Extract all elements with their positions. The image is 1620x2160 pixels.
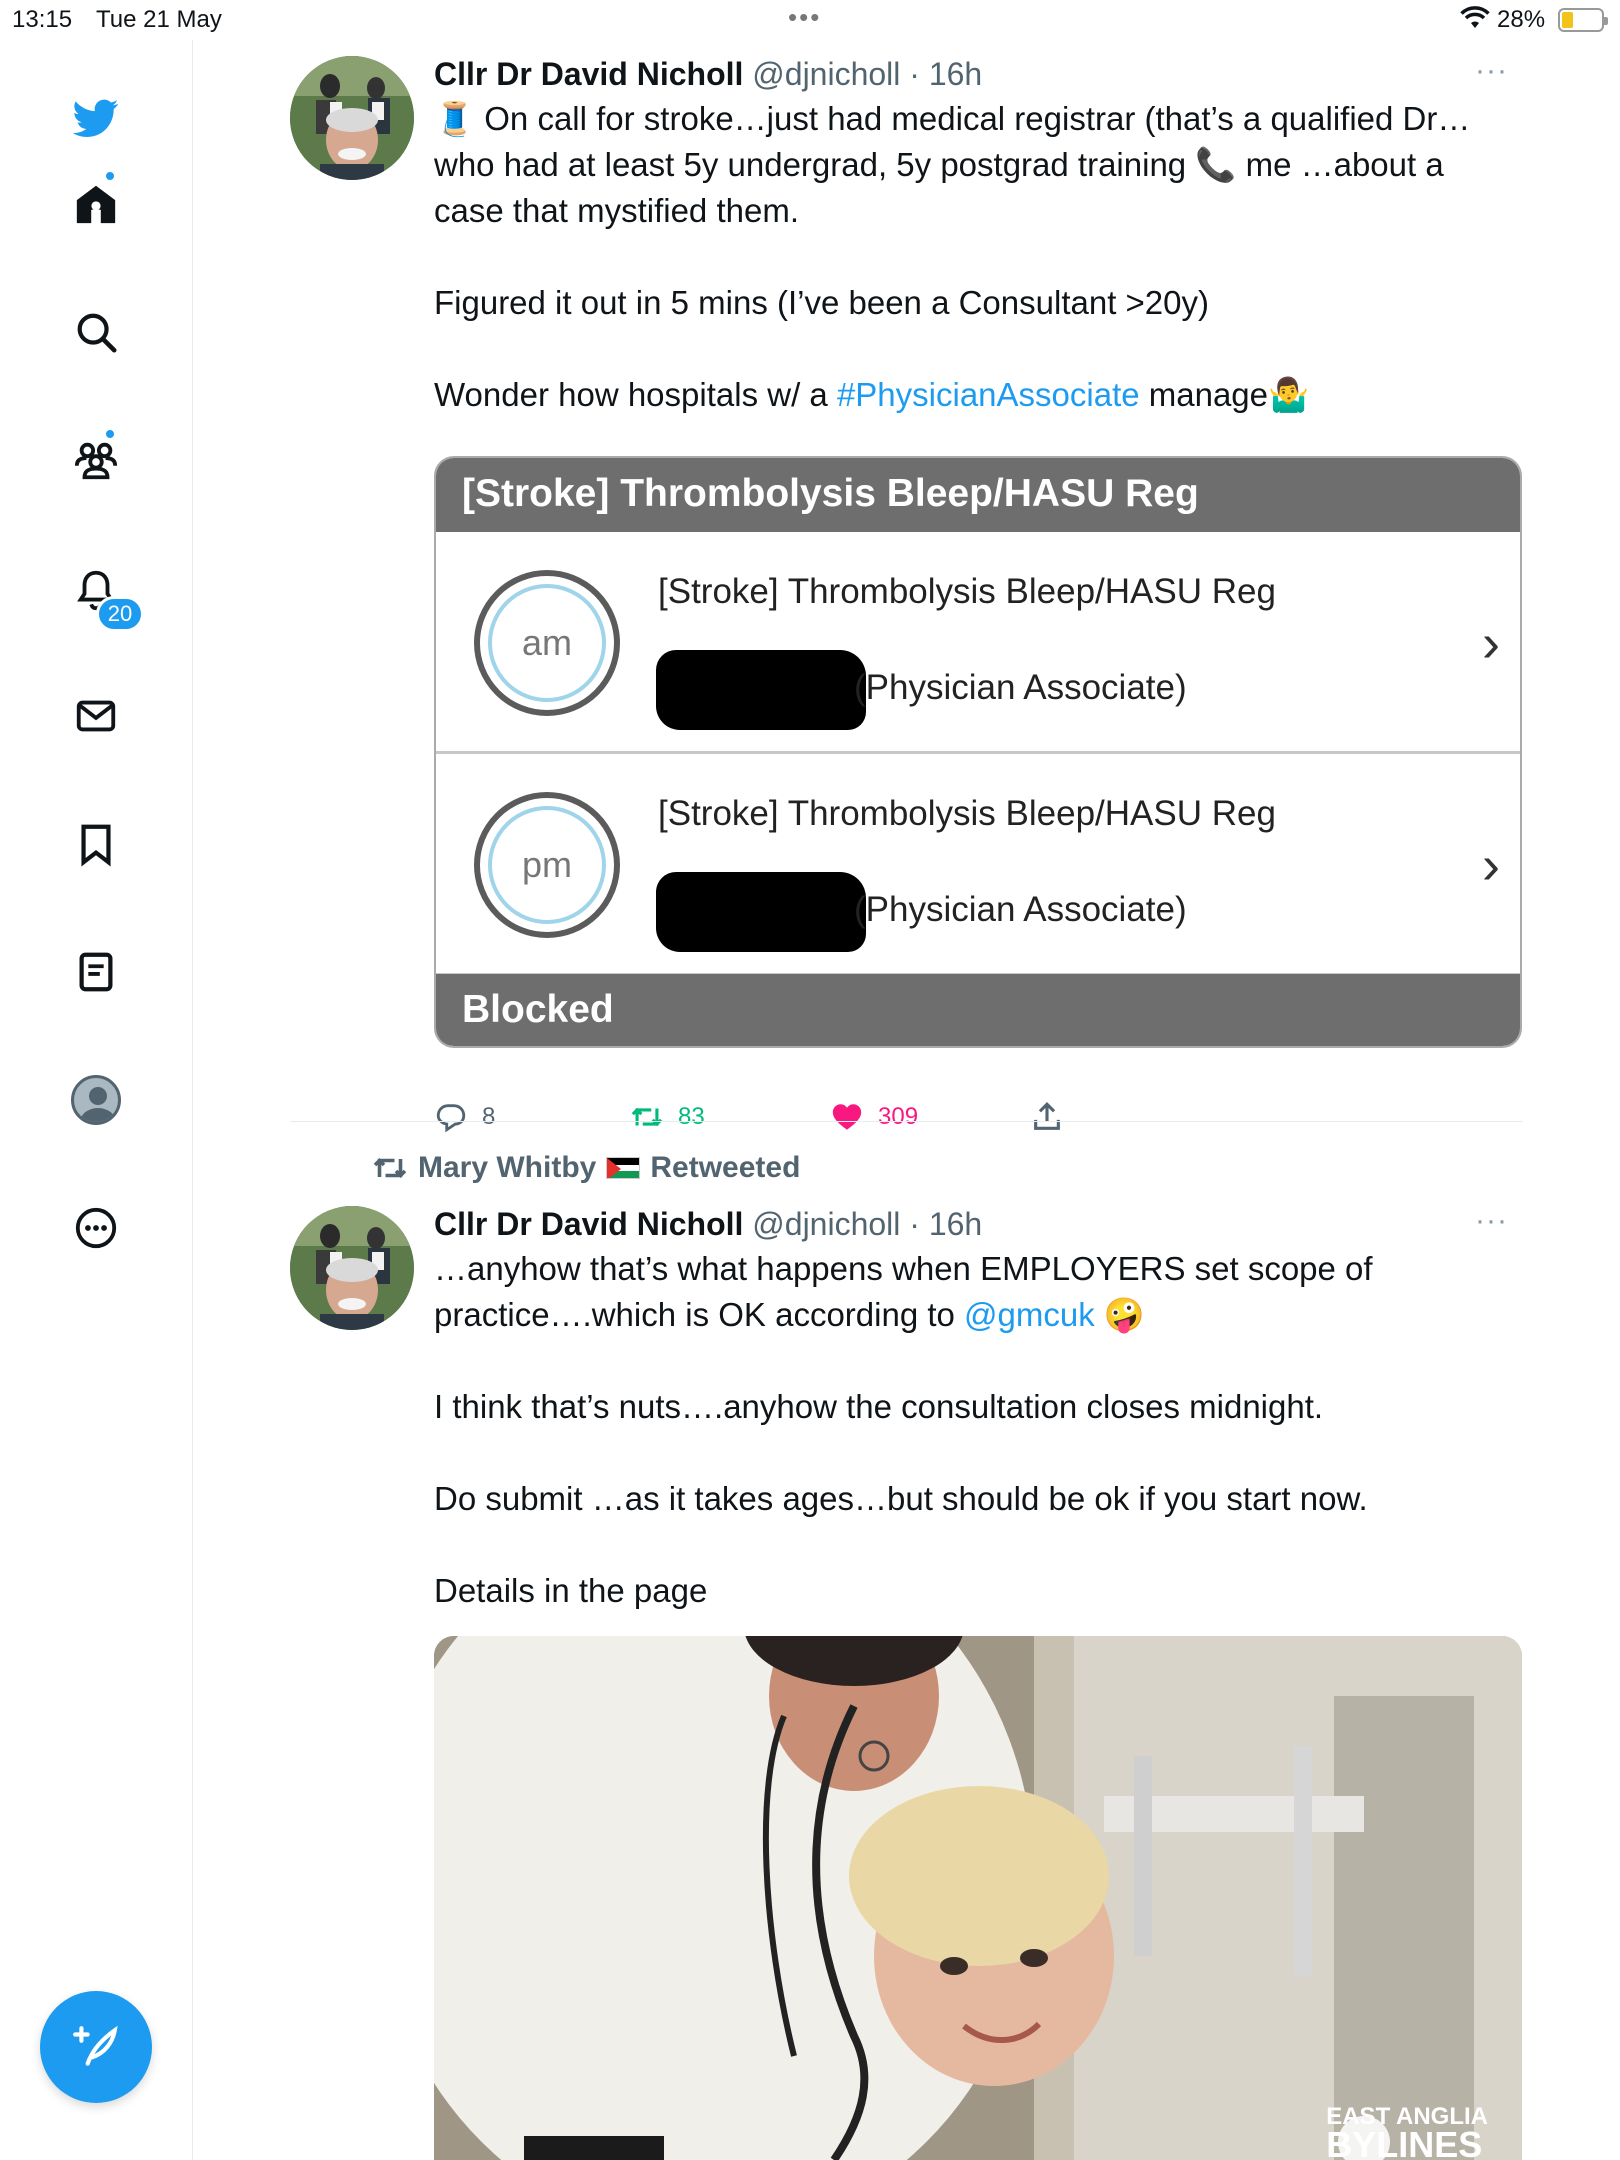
notification-count-badge: 20: [96, 596, 144, 632]
bookmark-icon[interactable]: [66, 814, 126, 874]
profile-icon[interactable]: [66, 1070, 126, 1130]
header-separator: ·: [909, 56, 920, 92]
tweet-text-line: 🧵 On call for stroke…just had medical re…: [434, 100, 1471, 137]
redaction-mark: [656, 650, 866, 730]
card-footer: Blocked: [436, 974, 1520, 1046]
home-notification-dot: [104, 170, 116, 182]
pm-circle: pm: [474, 792, 620, 938]
retweet-button[interactable]: 83: [630, 1100, 705, 1134]
tweet-text: 🧵 On call for stroke…just had medical re…: [434, 96, 1514, 418]
author-handle[interactable]: @djnicholl: [752, 1206, 900, 1242]
mention-link[interactable]: @gmcuk: [964, 1296, 1095, 1333]
row-role: [Stroke] Thrombolysis Bleep/HASU Reg: [658, 572, 1276, 611]
card-row-pm: pm [Stroke] Thrombolysis Bleep/HASU Reg …: [436, 754, 1520, 976]
text-segment: 🤪: [1094, 1296, 1146, 1333]
watermark-line: BYLINES: [1326, 2124, 1483, 2160]
hashtag-link[interactable]: #PhysicianAssociate: [837, 376, 1140, 413]
tweet-text-line: Do submit …as it takes ages…but should b…: [434, 1480, 1368, 1517]
battery-percentage: 28%: [1497, 6, 1546, 33]
text-segment: Wonder how hospitals w/ a: [434, 376, 837, 413]
chevron-right-icon: ›: [1482, 613, 1500, 673]
retweeted-label: Retweeted: [650, 1151, 801, 1184]
tweet-more-icon[interactable]: ···: [1475, 54, 1508, 88]
reply-button[interactable]: 8: [434, 1100, 495, 1134]
chevron-right-icon: ›: [1482, 835, 1500, 895]
search-icon[interactable]: [66, 302, 126, 362]
am-label: am: [488, 584, 606, 702]
retweet-icon: [373, 1157, 407, 1179]
status-date: Tue 21 May: [96, 6, 222, 33]
reply-count: 8: [482, 1103, 496, 1130]
card-header: [Stroke] Thrombolysis Bleep/HASU Reg: [436, 458, 1520, 532]
tweet-text-line: …anyhow that’s what happens when EMPLOYE…: [434, 1250, 1373, 1287]
text-segment: practice….which is OK according to: [434, 1296, 965, 1333]
author-handle[interactable]: @djnicholl: [752, 56, 900, 92]
author-name[interactable]: Cllr Dr David Nicholl: [434, 1206, 743, 1242]
tweet-time[interactable]: 16h: [929, 56, 982, 92]
card-row-am: am [Stroke] Thrombolysis Bleep/HASU Reg …: [436, 532, 1520, 754]
home-icon[interactable]: [66, 174, 126, 234]
palestine-flag-icon: [606, 1157, 641, 1179]
profile-avatar: [71, 1075, 121, 1125]
tweet-photo[interactable]: EAST ANGLIA BYLINES: [434, 1636, 1522, 2160]
tweet-text-line: case that mystified them.: [434, 192, 799, 229]
retweet-context: Mary Whitby Retweeted: [372, 1150, 800, 1186]
tweet-text: …anyhow that’s what happens when EMPLOYE…: [434, 1246, 1514, 1614]
tweet-text-line: Figured it out in 5 mins (I’ve been a Co…: [434, 284, 1210, 321]
tweet-text-line: practice….which is OK according to @gmcu…: [434, 1292, 1514, 1338]
author-name[interactable]: Cllr Dr David Nicholl: [434, 56, 743, 92]
retweeter-name[interactable]: Mary Whitby: [418, 1151, 596, 1185]
tweet[interactable]: Cllr Dr David Nicholl @djnicholl · 16h ·…: [290, 1204, 1522, 2160]
header-separator: ·: [909, 1206, 920, 1242]
doctor-child-photo: [434, 1636, 1522, 2160]
author-avatar[interactable]: [290, 1206, 414, 1330]
tweet-text-line: Wonder how hospitals w/ a #PhysicianAsso…: [434, 372, 1514, 418]
text-segment: manage🤷‍♂️: [1139, 376, 1310, 413]
communities-icon[interactable]: [66, 430, 126, 490]
tweet-image-card[interactable]: [Stroke] Thrombolysis Bleep/HASU Reg am …: [434, 456, 1522, 1048]
share-button[interactable]: [1030, 1100, 1064, 1134]
tweet-text-line: who had at least 5y undergrad, 5y postgr…: [434, 146, 1444, 183]
mail-icon[interactable]: [66, 686, 126, 746]
tweet-text-line: Details in the page: [434, 1572, 708, 1609]
tweet-more-icon[interactable]: ···: [1475, 1204, 1508, 1238]
wifi-icon: [1460, 6, 1490, 37]
row-person: (Physician Associate): [854, 668, 1187, 707]
photo-watermark-logo: EAST ANGLIA BYLINES: [1326, 2104, 1488, 2160]
retweet-count: 83: [678, 1103, 705, 1130]
author-avatar[interactable]: [290, 56, 414, 180]
row-role: [Stroke] Thrombolysis Bleep/HASU Reg: [658, 794, 1276, 833]
tweet-text-line: I think that’s nuts….anyhow the consulta…: [434, 1388, 1324, 1425]
twitter-logo-icon[interactable]: [66, 88, 126, 148]
status-bar: 13:15 Tue 21 May ••• 28%: [0, 0, 1620, 40]
pm-label: pm: [488, 806, 606, 924]
redaction-mark: [656, 872, 866, 952]
more-icon[interactable]: [66, 1198, 126, 1258]
status-time: 13:15: [12, 6, 73, 33]
like-count: 309: [878, 1103, 919, 1130]
compose-icon: [73, 2025, 118, 2066]
tweet-time[interactable]: 16h: [929, 1206, 982, 1242]
compose-tweet-button[interactable]: [40, 1991, 152, 2103]
tweet-header: Cllr Dr David Nicholl @djnicholl · 16h: [434, 1204, 1514, 1244]
tweet-header: Cllr Dr David Nicholl @djnicholl · 16h: [434, 54, 1514, 94]
retweet-icon: [631, 1107, 663, 1127]
tweet[interactable]: Cllr Dr David Nicholl @djnicholl · 16h ·…: [290, 54, 1522, 1133]
lists-icon[interactable]: [66, 942, 126, 1002]
row-person: (Physician Associate): [854, 890, 1187, 929]
tweet-divider: [290, 1121, 1523, 1122]
battery-icon: [1558, 8, 1608, 32]
share-icon: [1034, 1102, 1060, 1130]
communities-notification-dot: [104, 428, 116, 440]
sidebar-nav: 20: [0, 40, 193, 2160]
heart-icon: [832, 1104, 862, 1130]
multitasking-dots-icon[interactable]: •••: [788, 2, 821, 33]
reply-icon: [436, 1104, 466, 1133]
tweet-actions: 8 83 309: [434, 1100, 1514, 1150]
like-button[interactable]: 309: [830, 1100, 918, 1134]
am-circle: am: [474, 570, 620, 716]
